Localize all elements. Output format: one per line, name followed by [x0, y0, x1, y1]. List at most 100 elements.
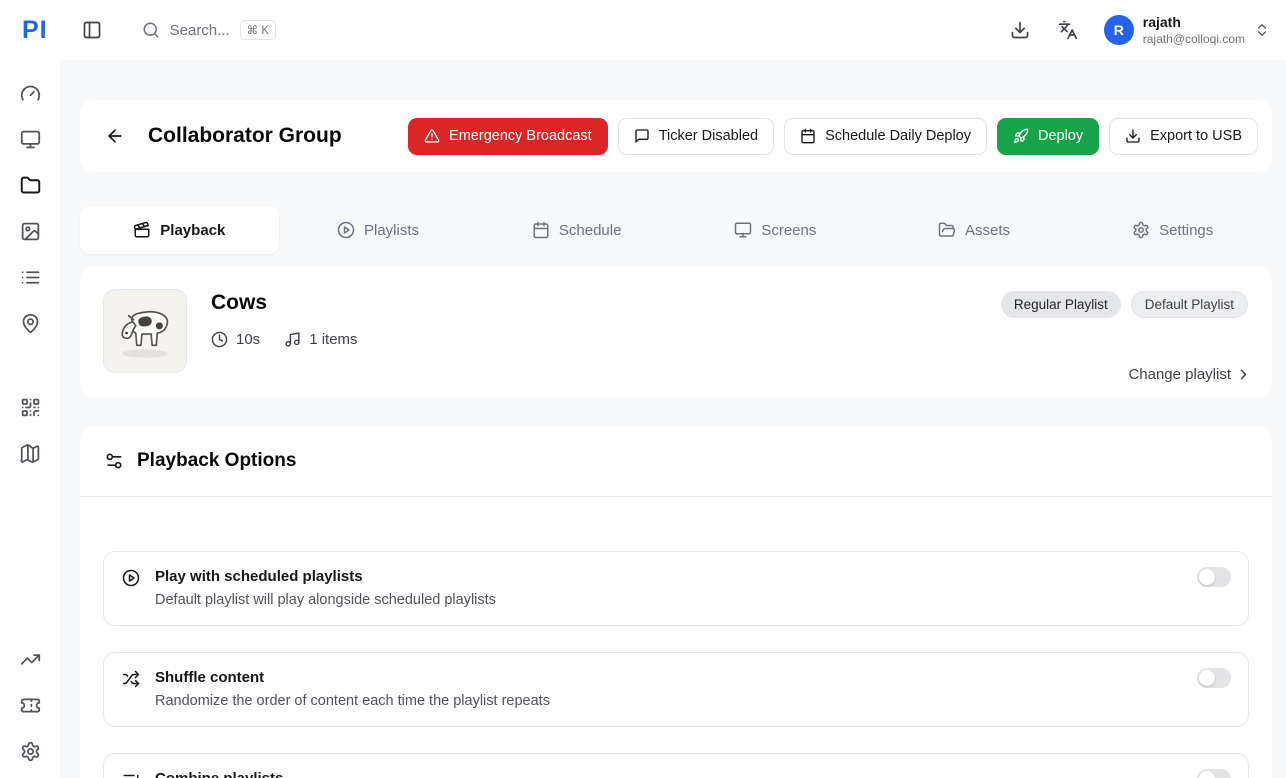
tab-assets-label: Assets	[965, 222, 1010, 239]
sidebar-item-assets[interactable]	[11, 214, 49, 248]
option-text: Shuffle content Randomize the order of c…	[155, 669, 550, 710]
calendar-icon	[532, 221, 550, 239]
option-text: Play with scheduled playlists Default pl…	[155, 568, 496, 609]
search-input[interactable]: Search... ⌘ K	[142, 20, 276, 40]
map-icon	[20, 443, 41, 464]
sidebar-item-licenses[interactable]	[11, 688, 49, 722]
change-playlist-link[interactable]: Change playlist	[1128, 366, 1252, 383]
tab-playback[interactable]: Playback	[80, 206, 279, 254]
option-title: Combine playlists	[155, 770, 283, 778]
user-email: rajath@colloqi.com	[1143, 32, 1245, 46]
topbar-right: R rajath rajath@colloqi.com	[1002, 12, 1270, 48]
sidebar-item-groups[interactable]	[11, 168, 49, 202]
qr-code-icon	[20, 397, 41, 418]
folder-open-icon	[938, 221, 956, 239]
sidebar-item-screens[interactable]	[11, 122, 49, 156]
schedule-daily-deploy-button[interactable]: Schedule Daily Deploy	[784, 118, 987, 155]
sidebar-item-analytics[interactable]	[11, 642, 49, 676]
tab-schedule[interactable]: Schedule	[477, 206, 676, 254]
combine-playlists-toggle[interactable]	[1197, 769, 1231, 778]
sidebar-item-qr-codes[interactable]	[11, 390, 49, 424]
playlist-badges: Regular Playlist Default Playlist	[1001, 291, 1248, 318]
alert-triangle-icon	[424, 128, 440, 144]
page-header: Collaborator Group Emergency Broadcast T…	[80, 100, 1272, 172]
ticker-disabled-label: Ticker Disabled	[659, 128, 758, 144]
playlist-item-count: 1 items	[284, 331, 357, 348]
playback-options-header: Playback Options	[80, 426, 1272, 497]
music-note-icon	[284, 331, 301, 348]
main-content: Collaborator Group Emergency Broadcast T…	[60, 60, 1286, 778]
shuffle-icon	[122, 670, 140, 710]
sliders-icon	[104, 451, 124, 471]
tab-screens[interactable]: Screens	[676, 206, 875, 254]
tab-settings[interactable]: Settings	[1073, 206, 1272, 254]
header-actions: Emergency Broadcast Ticker Disabled Sche…	[408, 118, 1258, 155]
playback-options-list: Play with scheduled playlists Default pl…	[80, 497, 1272, 778]
option-description: Default playlist will play alongside sch…	[155, 592, 496, 608]
change-playlist-label: Change playlist	[1128, 366, 1231, 383]
folder-icon	[20, 175, 41, 196]
ticker-disabled-button[interactable]: Ticker Disabled	[618, 118, 774, 155]
arrow-left-icon	[105, 126, 125, 146]
tab-assets[interactable]: Assets	[875, 206, 1074, 254]
search-shortcut-badge: ⌘ K	[240, 20, 276, 40]
emergency-broadcast-button[interactable]: Emergency Broadcast	[408, 118, 608, 155]
export-to-usb-label: Export to USB	[1150, 128, 1242, 144]
message-square-icon	[634, 128, 650, 144]
tab-playlists[interactable]: Playlists	[279, 206, 478, 254]
play-circle-icon	[122, 569, 140, 609]
regular-playlist-badge: Regular Playlist	[1001, 291, 1121, 318]
emergency-broadcast-label: Emergency Broadcast	[449, 128, 592, 144]
playlist-name: Cows	[211, 291, 358, 315]
ticket-icon	[20, 695, 41, 716]
rocket-icon	[1013, 128, 1029, 144]
option-description: Randomize the order of content each time…	[155, 693, 550, 709]
download-button[interactable]	[1002, 12, 1038, 48]
sidebar-item-map[interactable]	[11, 436, 49, 470]
play-circle-icon	[337, 221, 355, 239]
image-icon	[20, 221, 41, 242]
panel-left-icon	[82, 20, 102, 40]
export-download-icon	[1125, 128, 1141, 144]
sidebar-item-playlists[interactable]	[11, 260, 49, 294]
option-combine-playlists: Combine playlists	[103, 753, 1249, 778]
shuffle-content-toggle[interactable]	[1197, 668, 1231, 688]
schedule-daily-deploy-label: Schedule Daily Deploy	[825, 128, 971, 144]
topbar: PI Search... ⌘ K R rajath rajath@colloqi	[0, 0, 1286, 60]
cow-image	[104, 290, 186, 372]
deploy-button[interactable]: Deploy	[997, 118, 1099, 155]
language-button[interactable]	[1050, 12, 1086, 48]
calendar-icon	[800, 128, 816, 144]
option-title: Play with scheduled playlists	[155, 568, 496, 585]
download-icon	[1010, 20, 1030, 40]
sidebar-item-locations[interactable]	[11, 306, 49, 340]
tab-bar: Playback Playlists Schedule Screens Asse…	[80, 206, 1272, 254]
tab-schedule-label: Schedule	[559, 222, 622, 239]
clapperboard-icon	[133, 221, 151, 239]
gear-icon	[1132, 221, 1150, 239]
sidebar-item-settings[interactable]	[11, 734, 49, 768]
playback-options-title: Playback Options	[137, 450, 296, 472]
search-icon	[142, 21, 160, 39]
sidebar-item-dashboard[interactable]	[11, 76, 49, 110]
option-text: Combine playlists	[155, 770, 283, 778]
back-button[interactable]	[96, 117, 134, 155]
user-info: rajath rajath@colloqi.com	[1143, 14, 1245, 46]
playlist-meta: 10s 1 items	[211, 331, 358, 348]
chevrons-up-down-icon	[1254, 22, 1270, 38]
playlist-duration-value: 10s	[236, 331, 260, 348]
user-name: rajath	[1143, 14, 1245, 32]
option-title: Shuffle content	[155, 669, 550, 686]
export-to-usb-button[interactable]: Export to USB	[1109, 118, 1258, 155]
sidebar-toggle-button[interactable]	[74, 12, 110, 48]
playback-options-card: Playback Options Play with scheduled pla…	[80, 426, 1272, 778]
languages-icon	[1058, 20, 1078, 40]
default-playlist-badge: Default Playlist	[1131, 291, 1248, 318]
chevron-right-icon	[1235, 366, 1252, 383]
playlist-item-count-value: 1 items	[309, 331, 357, 348]
app-logo: PI	[22, 16, 48, 45]
user-menu[interactable]: R rajath rajath@colloqi.com	[1104, 14, 1270, 46]
tab-playback-label: Playback	[160, 222, 225, 239]
play-with-scheduled-toggle[interactable]	[1197, 567, 1231, 587]
search-placeholder: Search...	[170, 22, 230, 39]
